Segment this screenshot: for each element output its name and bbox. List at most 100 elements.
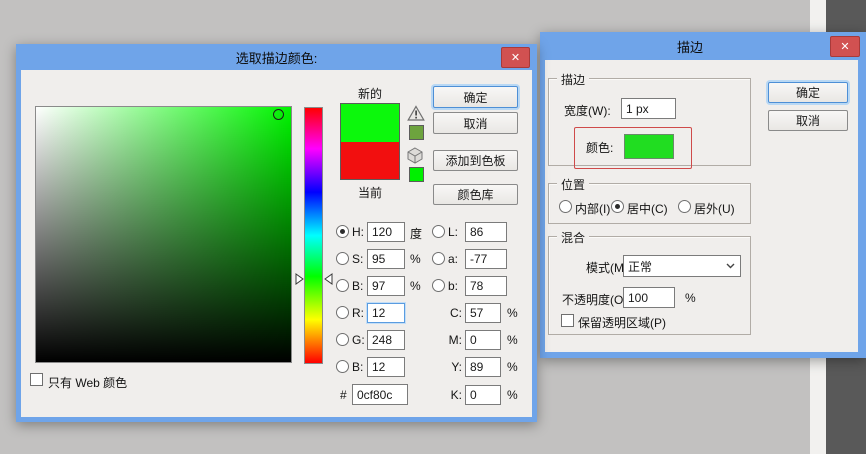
r-value: 12 [372, 306, 385, 320]
picker-titlebar[interactable]: 选取描边颜色: [16, 44, 537, 70]
ok-button[interactable]: 确定 [768, 82, 848, 103]
k-value: 0 [470, 388, 477, 402]
stroke-color-swatch[interactable] [624, 134, 674, 159]
picker-ok-button[interactable]: 确定 [433, 86, 518, 108]
c-value: 57 [470, 306, 483, 320]
color-libraries-button[interactable]: 颜色库 [433, 184, 518, 205]
hex-value: 0cf80c [357, 388, 392, 402]
m-input[interactable]: 0 [465, 330, 501, 350]
b-input[interactable]: 97 [367, 276, 405, 296]
position-group-label: 位置 [557, 176, 589, 193]
l-value: 86 [470, 225, 483, 239]
b-radio[interactable] [336, 279, 349, 292]
stroke-dialog-body: 描边 宽度(W): 1 px 颜色: 确定 取消 位置 内部(I) [545, 60, 858, 352]
hex-label: # [340, 388, 347, 402]
chevron-down-icon [726, 263, 735, 269]
picker-title: 选取描边颜色: [236, 48, 318, 67]
opacity-unit: % [685, 291, 696, 305]
r-radio[interactable] [336, 306, 349, 319]
picker-close-icon: ✕ [511, 51, 520, 64]
a-value: -77 [470, 252, 487, 266]
gamut-closest-swatch[interactable] [409, 125, 424, 140]
color-marker[interactable] [273, 109, 284, 120]
position-outer-label[interactable]: 居外(U) [694, 200, 735, 217]
hue-arrow-right-icon[interactable] [324, 273, 333, 285]
preserve-transparency-checkbox[interactable] [561, 314, 574, 327]
y-label: Y: [444, 360, 462, 374]
h-value: 120 [372, 225, 392, 239]
hex-input[interactable]: 0cf80c [352, 384, 408, 405]
stroke-group: 描边 宽度(W): 1 px 颜色: [548, 78, 751, 166]
width-input[interactable]: 1 px [621, 98, 676, 119]
mode-value: 正常 [628, 258, 652, 275]
h-radio[interactable] [336, 225, 349, 238]
s-input[interactable]: 95 [367, 249, 405, 269]
new-current-swatch [340, 103, 400, 180]
position-inner-label[interactable]: 内部(I) [575, 200, 610, 217]
g-label: G: [352, 333, 365, 347]
k-input[interactable]: 0 [465, 385, 501, 405]
c-label: C: [444, 306, 462, 320]
lab-b-label: b: [448, 279, 458, 293]
m-label: M: [444, 333, 462, 347]
mode-dropdown[interactable]: 正常 [623, 255, 741, 277]
opacity-label: 不透明度(O): [562, 291, 631, 308]
opacity-input[interactable]: 100 [623, 287, 675, 308]
s-label: S: [352, 252, 363, 266]
stroke-dialog: 描边 ✕ 描边 宽度(W): 1 px 颜色: 确定 取消 [540, 32, 866, 358]
width-label: 宽度(W): [564, 102, 611, 119]
m-unit: % [507, 333, 518, 347]
web-closest-swatch[interactable] [409, 167, 424, 182]
y-input[interactable]: 89 [465, 357, 501, 377]
web-safe-cube-icon[interactable] [406, 147, 424, 164]
stroke-color-label: 颜色: [586, 139, 613, 156]
s-radio[interactable] [336, 252, 349, 265]
position-center-radio[interactable] [611, 200, 624, 213]
b2-input[interactable]: 12 [367, 357, 405, 377]
m-value: 0 [470, 333, 477, 347]
g-radio[interactable] [336, 333, 349, 346]
l-input[interactable]: 86 [465, 222, 507, 242]
web-only-label[interactable]: 只有 Web 颜色 [48, 374, 127, 391]
color-picker-dialog: 选取描边颜色: ✕ 新的 当前 [16, 44, 537, 422]
hue-slider[interactable] [304, 107, 323, 364]
h-input[interactable]: 120 [367, 222, 405, 242]
k-label: K: [444, 388, 462, 402]
a-input[interactable]: -77 [465, 249, 507, 269]
k-unit: % [507, 388, 518, 402]
cancel-button[interactable]: 取消 [768, 110, 848, 131]
stroke-dialog-titlebar[interactable]: 描边 [540, 32, 866, 60]
position-outer-radio[interactable] [678, 200, 691, 213]
picker-cancel-button[interactable]: 取消 [433, 112, 518, 134]
h-unit: 度 [410, 225, 422, 242]
add-to-swatches-label: 添加到色板 [445, 152, 505, 169]
g-value: 248 [372, 333, 392, 347]
stroke-group-label: 描边 [557, 71, 589, 88]
stroke-dialog-title: 描边 [677, 37, 703, 56]
current-color-label: 当前 [340, 184, 400, 201]
g-input[interactable]: 248 [367, 330, 405, 350]
b2-radio[interactable] [336, 360, 349, 373]
gamut-warning-icon[interactable] [407, 105, 425, 122]
preserve-transparency-label[interactable]: 保留透明区域(P) [578, 314, 666, 331]
l-label: L: [448, 225, 458, 239]
close-button[interactable]: ✕ [830, 36, 860, 57]
saturation-brightness-field[interactable] [35, 106, 292, 363]
picker-close-button[interactable]: ✕ [501, 47, 530, 68]
web-only-checkbox[interactable] [30, 373, 43, 386]
c-input[interactable]: 57 [465, 303, 501, 323]
lab-b-input[interactable]: 78 [465, 276, 507, 296]
lab-b-value: 78 [470, 279, 483, 293]
a-radio[interactable] [432, 252, 445, 265]
color-libraries-label: 颜色库 [457, 186, 493, 203]
l-radio[interactable] [432, 225, 445, 238]
position-inner-radio[interactable] [559, 200, 572, 213]
lab-b-radio[interactable] [432, 279, 445, 292]
hue-arrow-left-icon[interactable] [295, 273, 304, 285]
s-value: 95 [372, 252, 385, 266]
position-center-label[interactable]: 居中(C) [627, 200, 668, 217]
y-value: 89 [470, 360, 483, 374]
blend-group: 混合 模式(M): 正常 不透明度(O): 100 % 保留透明区域(P) [548, 236, 751, 335]
r-input[interactable]: 12 [367, 303, 405, 323]
add-to-swatches-button[interactable]: 添加到色板 [433, 150, 518, 171]
